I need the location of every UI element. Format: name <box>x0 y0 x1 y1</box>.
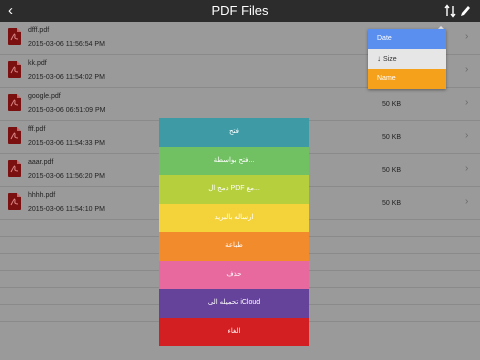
file-row[interactable]: google.pdf 2015-03-06 06:51:09 PM 50 KB … <box>0 88 480 121</box>
sort-menu: Date ↓ Size Name <box>368 29 446 89</box>
pdf-file-icon <box>8 94 21 111</box>
pdf-file-icon <box>8 193 21 210</box>
page-title: PDF Files <box>211 3 269 18</box>
sort-option-date[interactable]: Date <box>368 29 446 49</box>
file-date: 2015-03-06 11:54:33 PM <box>28 140 105 147</box>
sort-option-size[interactable]: ↓ Size <box>368 49 446 69</box>
merge-pdf-button[interactable]: دمج ال PDF مع... <box>159 175 309 204</box>
file-date: 2015-03-06 11:54:10 PM <box>28 206 105 213</box>
email-button[interactable]: ارساله بالبريد <box>159 203 309 232</box>
file-name: dfff.pdf <box>28 27 50 34</box>
sort-arrows-icon[interactable] <box>444 4 456 18</box>
pdf-file-icon <box>8 28 21 45</box>
file-date: 2015-03-06 11:54:02 PM <box>28 74 105 81</box>
chevron-right-icon: › <box>465 196 469 207</box>
chevron-right-icon: › <box>465 31 469 42</box>
pdf-file-icon <box>8 127 21 144</box>
sort-option-size-label: Size <box>383 56 397 63</box>
open-with-button[interactable]: فتح بواسطة... <box>159 146 309 175</box>
upload-icloud-button[interactable]: تحميله الى iCloud <box>159 289 309 318</box>
chevron-right-icon: › <box>465 130 469 141</box>
file-date: 2015-03-06 06:51:09 PM <box>28 107 106 114</box>
file-name: google.pdf <box>28 93 61 100</box>
file-name: aaar.pdf <box>28 159 54 166</box>
file-name: kk.pdf <box>28 60 47 67</box>
chevron-right-icon: › <box>465 163 469 174</box>
sort-option-name[interactable]: Name <box>368 69 446 89</box>
chevron-right-icon: › <box>465 97 469 108</box>
file-date: 2015-03-06 11:56:54 PM <box>28 41 105 48</box>
pdf-file-icon <box>8 160 21 177</box>
pencil-icon[interactable] <box>459 4 471 18</box>
file-size: 50 KB <box>382 101 402 108</box>
file-size: 50 KB <box>382 200 402 207</box>
file-name: fff.pdf <box>28 126 46 133</box>
pdf-file-icon <box>8 61 21 78</box>
chevron-right-icon: › <box>465 64 469 75</box>
file-date: 2015-03-06 11:56:20 PM <box>28 173 105 180</box>
action-menu: فتح فتح بواسطة... دمج ال PDF مع... ارسال… <box>159 118 309 346</box>
cancel-button[interactable]: الغاء <box>159 317 309 346</box>
open-button[interactable]: فتح <box>159 118 309 147</box>
file-name: hhhh.pdf <box>28 192 56 199</box>
delete-button[interactable]: حذف <box>159 260 309 289</box>
file-size: 50 KB <box>382 167 402 174</box>
arrow-down-icon: ↓ <box>377 54 381 63</box>
file-size: 50 KB <box>382 134 402 141</box>
navigation-bar: ‹ PDF Files <box>0 0 480 22</box>
print-button[interactable]: طباعة <box>159 232 309 261</box>
